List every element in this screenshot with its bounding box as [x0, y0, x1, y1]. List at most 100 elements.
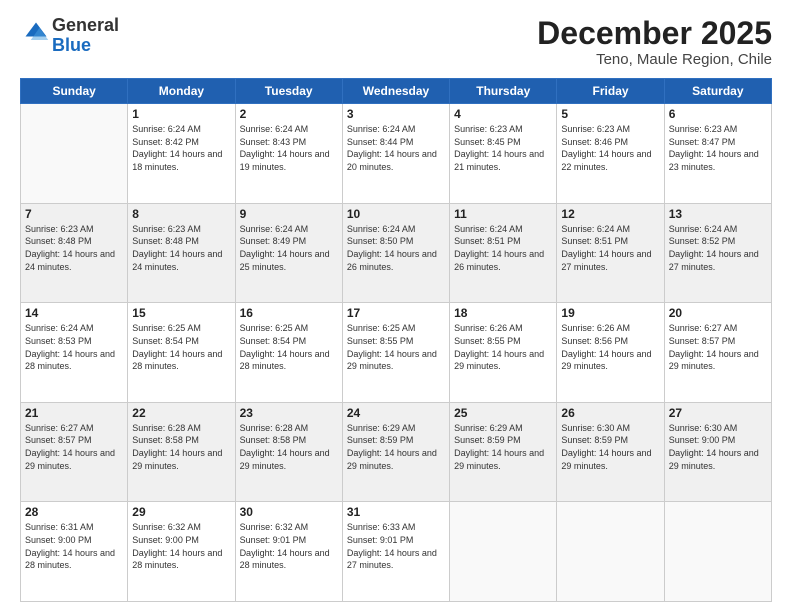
header-day-monday: Monday: [128, 79, 235, 104]
day-number: 8: [132, 207, 230, 221]
day-info: Sunrise: 6:26 AMSunset: 8:55 PMDaylight:…: [454, 322, 552, 372]
page-subtitle: Teno, Maule Region, Chile: [537, 51, 772, 68]
calendar-cell: 16 Sunrise: 6:25 AMSunset: 8:54 PMDayligh…: [235, 303, 342, 403]
logo-general: General: [52, 15, 119, 35]
week-row-5: 28 Sunrise: 6:31 AMSunset: 9:00 PMDayligh…: [21, 502, 772, 602]
day-info: Sunrise: 6:23 AMSunset: 8:47 PMDaylight:…: [669, 123, 767, 173]
day-info: Sunrise: 6:23 AMSunset: 8:46 PMDaylight:…: [561, 123, 659, 173]
day-number: 9: [240, 207, 338, 221]
logo-icon: [22, 19, 50, 47]
day-info: Sunrise: 6:23 AMSunset: 8:45 PMDaylight:…: [454, 123, 552, 173]
day-number: 11: [454, 207, 552, 221]
page: General Blue December 2025 Teno, Maule R…: [0, 0, 792, 612]
calendar-cell: [450, 502, 557, 602]
day-info: Sunrise: 6:28 AMSunset: 8:58 PMDaylight:…: [240, 422, 338, 472]
day-info: Sunrise: 6:24 AMSunset: 8:42 PMDaylight:…: [132, 123, 230, 173]
calendar-cell: 9Sunrise: 6:24 AMSunset: 8:49 PMDaylight…: [235, 203, 342, 303]
logo: General Blue: [20, 16, 119, 56]
calendar-cell: 14Sunrise: 6:24 AMSunset: 8:53 PMDayligh…: [21, 303, 128, 403]
calendar-cell: 31 Sunrise: 6:33 AMSunset: 9:01 PMDayligh…: [342, 502, 449, 602]
day-number: 5: [561, 107, 659, 121]
logo-text: General Blue: [52, 16, 119, 56]
day-number: 15: [132, 306, 230, 320]
day-info: Sunrise: 6:32 AMSunset: 9:00 PMDaylight:…: [132, 521, 230, 571]
day-number: 17: [347, 306, 445, 320]
header-day-friday: Friday: [557, 79, 664, 104]
day-number: 1: [132, 107, 230, 121]
day-info: Sunrise: 6:32 AMSunset: 9:01 PMDaylight:…: [240, 521, 338, 571]
calendar-cell: 15 Sunrise: 6:25 AMSunset: 8:54 PMDayligh…: [128, 303, 235, 403]
day-number: 25: [454, 406, 552, 420]
day-info: Sunrise: 6:24 AMSunset: 8:52 PMDaylight:…: [669, 223, 767, 273]
day-number: 2: [240, 107, 338, 121]
calendar-cell: 23Sunrise: 6:28 AMSunset: 8:58 PMDayligh…: [235, 402, 342, 502]
day-info: Sunrise: 6:29 AMSunset: 8:59 PMDaylight:…: [347, 422, 445, 472]
calendar-cell: 22Sunrise: 6:28 AMSunset: 8:58 PMDayligh…: [128, 402, 235, 502]
logo-blue: Blue: [52, 35, 91, 55]
day-info: Sunrise: 6:24 AMSunset: 8:51 PMDaylight:…: [454, 223, 552, 273]
day-number: 26: [561, 406, 659, 420]
day-info: Sunrise: 6:24 AMSunset: 8:43 PMDaylight:…: [240, 123, 338, 173]
day-number: 16: [240, 306, 338, 320]
calendar-cell: 6 Sunrise: 6:23 AMSunset: 8:47 PMDaylight…: [664, 104, 771, 204]
day-info: Sunrise: 6:24 AMSunset: 8:53 PMDaylight:…: [25, 322, 123, 372]
calendar-cell: 28 Sunrise: 6:31 AMSunset: 9:00 PMDayligh…: [21, 502, 128, 602]
calendar-cell: 25 Sunrise: 6:29 AMSunset: 8:59 PMDayligh…: [450, 402, 557, 502]
calendar-body: 1 Sunrise: 6:24 AMSunset: 8:42 PMDaylight…: [21, 104, 772, 602]
calendar-cell: 26 Sunrise: 6:30 AMSunset: 8:59 PMDayligh…: [557, 402, 664, 502]
calendar-cell: 10Sunrise: 6:24 AMSunset: 8:50 PMDayligh…: [342, 203, 449, 303]
header-day-tuesday: Tuesday: [235, 79, 342, 104]
day-info: Sunrise: 6:29 AMSunset: 8:59 PMDaylight:…: [454, 422, 552, 472]
day-info: Sunrise: 6:23 AMSunset: 8:48 PMDaylight:…: [132, 223, 230, 273]
day-number: 21: [25, 406, 123, 420]
calendar-table: SundayMondayTuesdayWednesdayThursdayFrid…: [20, 78, 772, 602]
day-info: Sunrise: 6:30 AMSunset: 8:59 PMDaylight:…: [561, 422, 659, 472]
calendar-cell: [557, 502, 664, 602]
day-number: 18: [454, 306, 552, 320]
day-info: Sunrise: 6:23 AMSunset: 8:48 PMDaylight:…: [25, 223, 123, 273]
calendar-header: SundayMondayTuesdayWednesdayThursdayFrid…: [21, 79, 772, 104]
day-number: 24: [347, 406, 445, 420]
day-info: Sunrise: 6:24 AMSunset: 8:50 PMDaylight:…: [347, 223, 445, 273]
calendar-cell: 20Sunrise: 6:27 AMSunset: 8:57 PMDayligh…: [664, 303, 771, 403]
day-number: 13: [669, 207, 767, 221]
calendar-cell: 8 Sunrise: 6:23 AMSunset: 8:48 PMDaylight…: [128, 203, 235, 303]
calendar-cell: 1 Sunrise: 6:24 AMSunset: 8:42 PMDaylight…: [128, 104, 235, 204]
calendar-cell: 13 Sunrise: 6:24 AMSunset: 8:52 PMDayligh…: [664, 203, 771, 303]
calendar-cell: 12Sunrise: 6:24 AMSunset: 8:51 PMDayligh…: [557, 203, 664, 303]
calendar-cell: [664, 502, 771, 602]
day-number: 19: [561, 306, 659, 320]
day-info: Sunrise: 6:27 AMSunset: 8:57 PMDaylight:…: [25, 422, 123, 472]
calendar-cell: 3 Sunrise: 6:24 AMSunset: 8:44 PMDaylight…: [342, 104, 449, 204]
day-number: 7: [25, 207, 123, 221]
page-title: December 2025: [537, 16, 772, 51]
header-day-sunday: Sunday: [21, 79, 128, 104]
calendar-cell: 21 Sunrise: 6:27 AMSunset: 8:57 PMDayligh…: [21, 402, 128, 502]
header-row: SundayMondayTuesdayWednesdayThursdayFrid…: [21, 79, 772, 104]
header: General Blue December 2025 Teno, Maule R…: [20, 16, 772, 68]
day-number: 6: [669, 107, 767, 121]
day-number: 22: [132, 406, 230, 420]
day-number: 27: [669, 406, 767, 420]
calendar-cell: 11 Sunrise: 6:24 AMSunset: 8:51 PMDayligh…: [450, 203, 557, 303]
calendar-cell: 7 Sunrise: 6:23 AMSunset: 8:48 PMDaylight…: [21, 203, 128, 303]
day-info: Sunrise: 6:24 AMSunset: 8:51 PMDaylight:…: [561, 223, 659, 273]
day-number: 20: [669, 306, 767, 320]
week-row-1: 1 Sunrise: 6:24 AMSunset: 8:42 PMDaylight…: [21, 104, 772, 204]
day-info: Sunrise: 6:26 AMSunset: 8:56 PMDaylight:…: [561, 322, 659, 372]
day-info: Sunrise: 6:33 AMSunset: 9:01 PMDaylight:…: [347, 521, 445, 571]
day-number: 28: [25, 505, 123, 519]
day-number: 31: [347, 505, 445, 519]
day-info: Sunrise: 6:31 AMSunset: 9:00 PMDaylight:…: [25, 521, 123, 571]
calendar-cell: 27 Sunrise: 6:30 AMSunset: 9:00 PMDayligh…: [664, 402, 771, 502]
day-info: Sunrise: 6:25 AMSunset: 8:54 PMDaylight:…: [132, 322, 230, 372]
day-info: Sunrise: 6:30 AMSunset: 9:00 PMDaylight:…: [669, 422, 767, 472]
day-info: Sunrise: 6:24 AMSunset: 8:44 PMDaylight:…: [347, 123, 445, 173]
day-number: 29: [132, 505, 230, 519]
day-info: Sunrise: 6:25 AMSunset: 8:54 PMDaylight:…: [240, 322, 338, 372]
title-block: December 2025 Teno, Maule Region, Chile: [537, 16, 772, 68]
calendar-cell: 4Sunrise: 6:23 AMSunset: 8:45 PMDaylight…: [450, 104, 557, 204]
week-row-4: 21 Sunrise: 6:27 AMSunset: 8:57 PMDayligh…: [21, 402, 772, 502]
day-number: 3: [347, 107, 445, 121]
day-info: Sunrise: 6:25 AMSunset: 8:55 PMDaylight:…: [347, 322, 445, 372]
